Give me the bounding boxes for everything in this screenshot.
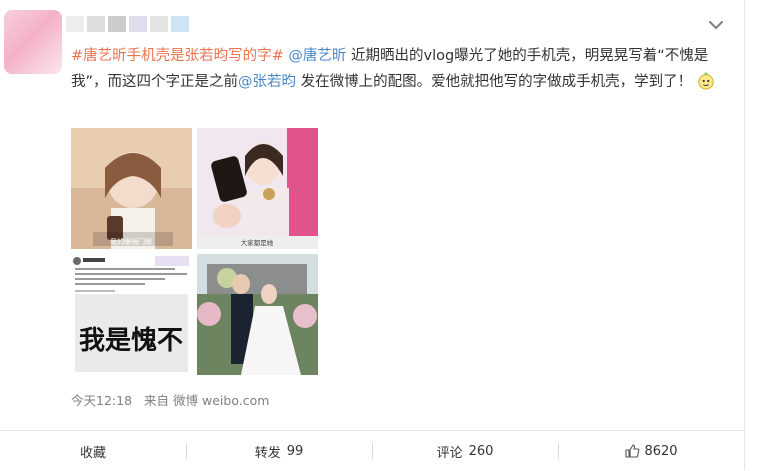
comment-button[interactable]: 评论 260 [372, 431, 558, 471]
favorite-label: 收藏 [79, 445, 106, 461]
post-time[interactable]: 今天12:18 [71, 393, 132, 408]
bulb-face-emoji-icon [698, 72, 714, 90]
post-body: #唐艺昕手机壳是张若昀写的字# @唐艺昕 近期晒出的vlog曝光了她的手机壳，明… [71, 43, 723, 95]
image-grid: 我的眼镜门牌 大家都是她 我是愧不 [71, 128, 319, 376]
post-text-part2: 发在微博上的配图。爱他就把他写的字做成手机壳，学到了！ [296, 74, 693, 90]
chevron-down-icon[interactable] [707, 18, 725, 32]
post-image-3[interactable]: 我是愧不 [71, 254, 192, 375]
favorite-button[interactable]: 收藏 [0, 431, 186, 471]
repost-button[interactable]: 转发 99 [186, 431, 372, 471]
mention-link[interactable]: @张若昀 [238, 74, 296, 90]
post-image-2[interactable]: 大家都是她 [197, 128, 318, 249]
repost-count: 99 [286, 443, 304, 459]
like-count: 8620 [644, 443, 678, 459]
username-blurred[interactable] [66, 16, 189, 32]
post-image-4[interactable] [197, 254, 318, 375]
image-caption: 我是愧不 [79, 326, 183, 356]
like-button[interactable]: 8620 [558, 431, 744, 471]
comment-label: 评论 [436, 445, 463, 461]
source-link[interactable]: 微博 weibo.com [173, 393, 269, 408]
thumbs-up-icon [625, 444, 640, 458]
image-caption: 我的眼镜门牌 [110, 237, 152, 246]
repost-label: 转发 [254, 445, 281, 461]
weibo-post-card: #唐艺昕手机壳是张若昀写的字# @唐艺昕 近期晒出的vlog曝光了她的手机壳，明… [0, 0, 745, 470]
action-bar: 收藏 转发 99 评论 260 8620 [0, 430, 744, 471]
image-caption: 大家都是她 [241, 238, 274, 247]
mention-link[interactable]: @唐艺昕 [288, 48, 346, 64]
post-image-1[interactable]: 我的眼镜门牌 [71, 128, 192, 249]
hashtag-link[interactable]: #唐艺昕手机壳是张若昀写的字# [71, 48, 284, 64]
source-prefix: 来自 [144, 393, 170, 408]
comment-count: 260 [468, 443, 494, 459]
avatar[interactable] [4, 10, 62, 74]
post-meta: 今天12:18 来自 微博 weibo.com [71, 390, 277, 409]
